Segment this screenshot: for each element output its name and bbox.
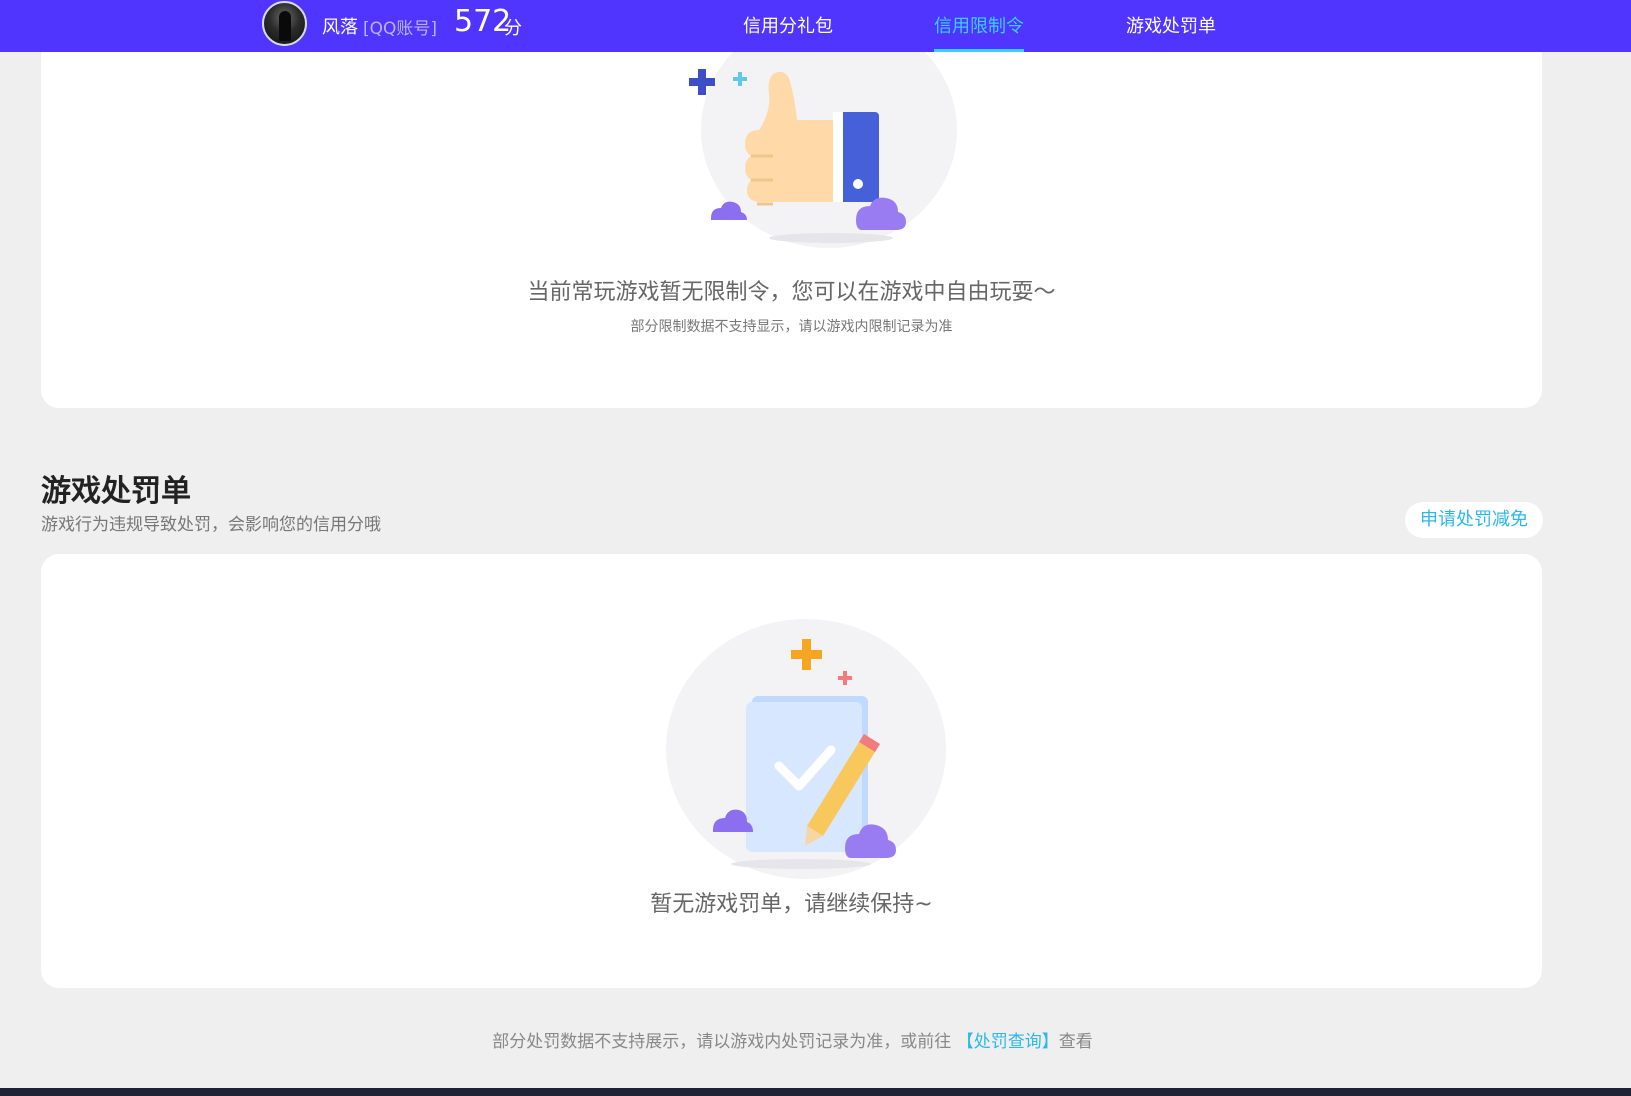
account-type-label: [QQ账号] — [363, 19, 438, 39]
apply-penalty-reduction-button[interactable]: 申请处罚减免 — [1405, 502, 1543, 538]
user-avatar[interactable] — [262, 1, 307, 46]
penalty-query-link[interactable]: 【处罚查询】 — [957, 1032, 1059, 1052]
penalty-card: 暂无游戏罚单，请继续保持~ — [41, 554, 1542, 988]
restriction-card: 当前常玩游戏暂无限制令，您可以在游戏中自由玩耍～ 部分限制数据不支持显示，请以游… — [41, 0, 1542, 408]
credit-score-unit: 分 — [504, 18, 522, 39]
tab-game-penalty[interactable]: 游戏处罚单 — [1126, 12, 1216, 52]
footer-note-suffix: 查看 — [1058, 1032, 1093, 1052]
credit-score: 572 — [454, 4, 512, 39]
restriction-empty-title: 当前常玩游戏暂无限制令，您可以在游戏中自由玩耍～ — [527, 280, 1056, 305]
penalty-empty-title: 暂无游戏罚单，请继续保持~ — [650, 892, 933, 917]
penalty-section-description: 游戏行为违规导致处罚，会影响您的信用分哦 — [41, 515, 381, 535]
top-nav-bar: 风落 [QQ账号] 572 分 信用分礼包 信用限制令 游戏处罚单 — [0, 0, 1631, 52]
tab-credit-gift[interactable]: 信用分礼包 — [743, 12, 833, 52]
bottom-bar — [0, 1088, 1631, 1096]
document-check-illustration — [666, 619, 946, 879]
penalty-footer-note: 部分处罚数据不支持展示，请以游戏内处罚记录为准，或前往 【处罚查询】查看 — [0, 1027, 1585, 1052]
restriction-empty-note: 部分限制数据不支持显示，请以游戏内限制记录为准 — [630, 319, 953, 335]
footer-note-prefix: 部分处罚数据不支持展示，请以游戏内处罚记录为准，或前往 — [492, 1032, 957, 1052]
thumbs-up-illustration — [689, 20, 957, 248]
penalty-section-title: 游戏处罚单 — [41, 474, 191, 509]
user-name: 风落 — [322, 17, 358, 38]
tab-credit-restriction[interactable]: 信用限制令 — [934, 12, 1024, 52]
